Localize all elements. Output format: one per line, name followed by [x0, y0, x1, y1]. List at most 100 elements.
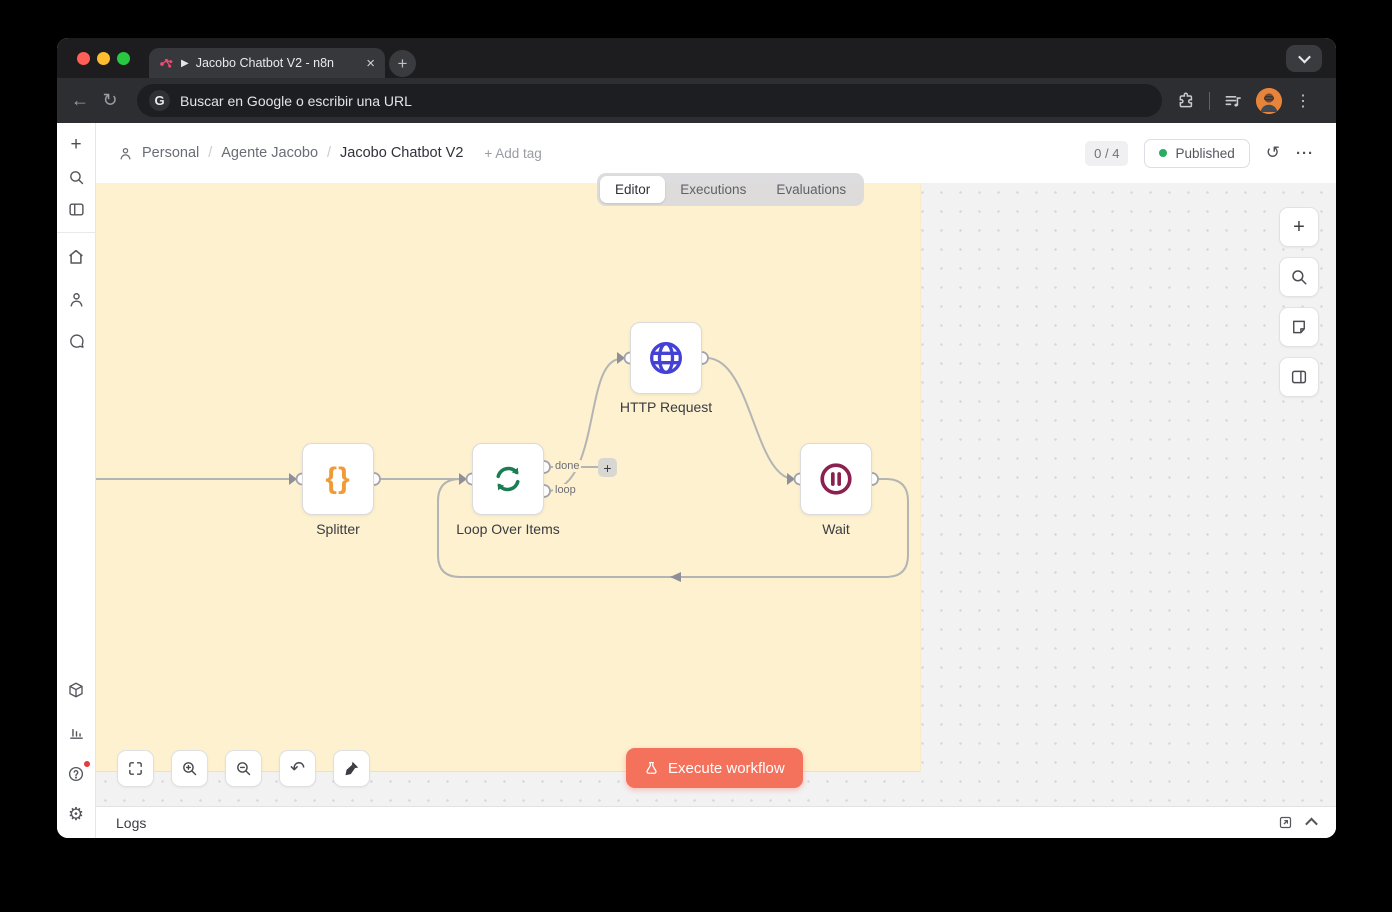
breadcrumb-folder[interactable]: Agente Jacobo	[221, 145, 318, 161]
logs-expand-chevron-icon[interactable]	[1305, 818, 1318, 831]
flask-icon	[644, 761, 659, 776]
node-splitter[interactable]: {}	[302, 443, 374, 515]
sidebar-templates-icon[interactable]	[64, 678, 88, 702]
header-right-cluster: 0 / 4 Published ↺ ···	[1085, 139, 1314, 168]
browser-menu-icon[interactable]: ⋮	[1295, 91, 1312, 111]
zoom-out-button[interactable]	[225, 750, 262, 787]
published-dot-icon	[1159, 149, 1167, 157]
plus-icon: +	[398, 54, 408, 74]
browser-toolbar: ← ↻ G Buscar en Google o escribir una UR…	[57, 78, 1336, 123]
output-label-done: done	[553, 460, 581, 472]
workflow-canvas[interactable]: {} Splitter Loop Over Items	[96, 183, 1336, 806]
workflow-history-icon[interactable]: ↺	[1266, 143, 1280, 163]
sticky-note-icon	[1290, 318, 1308, 336]
n8n-app: +	[57, 123, 1336, 838]
new-tab-button[interactable]: +	[389, 50, 416, 77]
node-label-http: HTTP Request	[586, 399, 746, 415]
breadcrumb-separator: /	[208, 145, 212, 161]
logs-panel-bar[interactable]: Logs	[96, 806, 1336, 838]
node-loop-over-items[interactable]	[472, 443, 544, 515]
chevron-down-icon	[1298, 51, 1311, 64]
desktop-background: ▶ Jacobo Chatbot V2 - n8n × + ← ↻ G Busc…	[0, 0, 1392, 912]
workflow-menu-icon[interactable]: ···	[1296, 145, 1314, 162]
add-tag-button[interactable]: + Add tag	[484, 146, 541, 161]
breadcrumb-separator: /	[327, 145, 331, 161]
reload-button[interactable]: ↻	[95, 90, 125, 111]
sidebar-search-icon[interactable]	[64, 165, 88, 189]
published-status-button[interactable]: Published	[1144, 139, 1249, 168]
add-sticky-note-button[interactable]	[1279, 307, 1319, 347]
broom-icon	[343, 760, 360, 777]
macos-minimize-button[interactable]	[97, 52, 110, 65]
project-person-icon	[118, 146, 133, 161]
logs-popout-icon[interactable]	[1278, 815, 1293, 830]
tab-close-icon[interactable]: ×	[366, 56, 375, 71]
main-panel: Personal / Agente Jacobo / Jacobo Chatbo…	[96, 123, 1336, 838]
left-sidebar: +	[57, 123, 96, 838]
sidebar-chat-icon[interactable]	[64, 329, 88, 353]
node-http-request[interactable]	[630, 322, 702, 394]
sidebar-personal-icon[interactable]	[64, 287, 88, 311]
google-logo-icon: G	[149, 90, 170, 111]
node-label-wait: Wait	[786, 521, 886, 537]
undo-icon: ↶	[290, 758, 305, 779]
macos-close-button[interactable]	[77, 52, 90, 65]
sidebar-home-icon[interactable]	[64, 245, 88, 269]
zoom-out-icon	[235, 760, 252, 777]
published-label: Published	[1175, 146, 1234, 161]
sidebar-insights-icon[interactable]	[64, 720, 88, 744]
tidy-up-button[interactable]	[333, 750, 370, 787]
media-controls-icon[interactable]	[1223, 91, 1243, 111]
node-wait[interactable]	[800, 443, 872, 515]
pause-circle-icon	[817, 460, 855, 498]
plus-icon: +	[603, 460, 611, 476]
toggle-right-panel-button[interactable]	[1279, 357, 1319, 397]
address-bar[interactable]: G Buscar en Google o escribir una URL	[137, 84, 1162, 117]
fit-view-icon	[127, 760, 144, 777]
tab-search-chevron-button[interactable]	[1286, 45, 1322, 72]
node-label-splitter: Splitter	[242, 521, 434, 537]
loop-refresh-icon	[490, 461, 526, 497]
tab-executions[interactable]: Executions	[665, 176, 761, 203]
evaluation-counter: 0 / 4	[1085, 141, 1128, 166]
canvas-search-button[interactable]	[1279, 257, 1319, 297]
undo-button[interactable]: ↶	[279, 750, 316, 787]
plus-icon: +	[1293, 216, 1305, 239]
toolbar-separator	[1209, 92, 1210, 110]
toolbar-right-cluster: ⋮	[1176, 88, 1312, 114]
sidebar-collapse-icon[interactable]	[64, 197, 88, 221]
sidebar-create-button[interactable]: +	[64, 133, 88, 157]
quick-add-node-button[interactable]: +	[598, 458, 617, 477]
logs-label: Logs	[116, 815, 146, 831]
breadcrumb-project[interactable]: Personal	[142, 145, 199, 161]
logs-controls	[1278, 815, 1316, 830]
profile-avatar[interactable]	[1256, 88, 1282, 114]
zoom-in-button[interactable]	[171, 750, 208, 787]
add-node-button[interactable]: +	[1279, 207, 1319, 247]
help-notification-dot	[84, 761, 90, 767]
node-label-loop: Loop Over Items	[428, 521, 588, 537]
breadcrumb: Personal / Agente Jacobo / Jacobo Chatbo…	[118, 145, 542, 161]
browser-tab[interactable]: ▶ Jacobo Chatbot V2 - n8n ×	[149, 48, 385, 78]
view-tabs: Editor Executions Evaluations	[597, 173, 864, 206]
browser-window: ▶ Jacobo Chatbot V2 - n8n × + ← ↻ G Busc…	[57, 38, 1336, 838]
back-button[interactable]: ←	[65, 90, 95, 111]
execute-workflow-label: Execute workflow	[668, 760, 785, 777]
zoom-to-fit-button[interactable]	[117, 750, 154, 787]
tab-title: Jacobo Chatbot V2 - n8n	[196, 56, 360, 70]
tab-editor[interactable]: Editor	[600, 176, 665, 203]
execute-workflow-button[interactable]: Execute workflow	[626, 748, 803, 788]
sidebar-help-icon[interactable]	[64, 762, 88, 786]
globe-icon	[646, 338, 686, 378]
sidebar-settings-icon[interactable]: ⚙	[64, 802, 88, 826]
tab-evaluations[interactable]: Evaluations	[761, 176, 861, 203]
tab-audio-playing-icon: ▶	[181, 58, 189, 69]
workflow-name[interactable]: Jacobo Chatbot V2	[340, 145, 463, 161]
address-bar-placeholder: Buscar en Google o escribir una URL	[180, 93, 412, 109]
macos-maximize-button[interactable]	[117, 52, 130, 65]
browser-tab-strip: ▶ Jacobo Chatbot V2 - n8n × +	[57, 38, 1336, 78]
sidebar-divider	[57, 232, 96, 233]
extensions-puzzle-icon[interactable]	[1176, 91, 1196, 111]
zoom-in-icon	[181, 760, 198, 777]
splitter-braces-icon: {}	[325, 462, 350, 496]
